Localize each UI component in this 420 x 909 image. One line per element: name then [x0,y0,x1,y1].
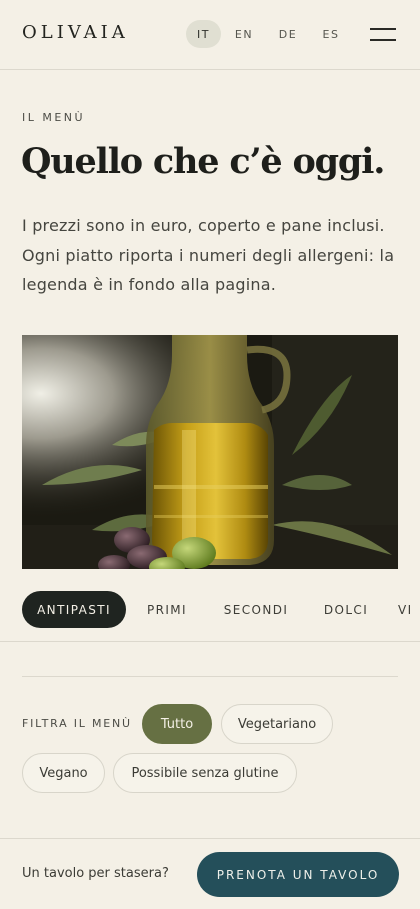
tab-primi[interactable]: PRIMI [138,591,196,628]
hamburger-menu-icon[interactable] [370,26,396,42]
filter-vegetariano[interactable]: Vegetariano [221,704,333,744]
lang-es[interactable]: ES [315,20,347,48]
lang-en[interactable]: EN [228,20,260,48]
reserve-table-button[interactable]: PRENOTA UN TAVOLO [197,852,399,897]
filter-label: FILTRA IL MENÙ [22,717,132,730]
filter-senza-glutine[interactable]: Possibile senza glutine [113,753,297,793]
tab-secondi[interactable]: SECONDI [216,591,296,628]
olive-oil-photo [22,335,398,569]
tab-dolci[interactable]: DOLCI [316,591,376,628]
section-divider [22,676,398,677]
tab-antipasti[interactable]: ANTIPASTI [22,591,126,628]
olive-oil-bottle-illustration [22,335,398,569]
category-tabs: ANTIPASTI PRIMI SECONDI DOLCI VI [0,590,420,642]
logo[interactable]: OLIVAIA [22,22,129,43]
section-eyebrow: IL MENÙ [22,111,86,124]
reservation-bar: Un tavolo per stasera? PRENOTA UN TAVOLO [0,838,420,909]
site-header: OLIVAIA IT EN DE ES [0,0,420,70]
lang-de[interactable]: DE [272,20,304,48]
intro-text: I prezzi sono in euro, coperto e pane in… [22,216,395,294]
lang-it[interactable]: IT [186,20,221,48]
reservation-prompt: Un tavolo per stasera? [22,866,169,881]
filter-tutto[interactable]: Tutto [142,704,212,744]
tab-vini[interactable]: VI [398,591,420,628]
filter-vegano[interactable]: Vegano [22,753,105,793]
page-title: Quello che c’è oggi. [21,141,385,182]
